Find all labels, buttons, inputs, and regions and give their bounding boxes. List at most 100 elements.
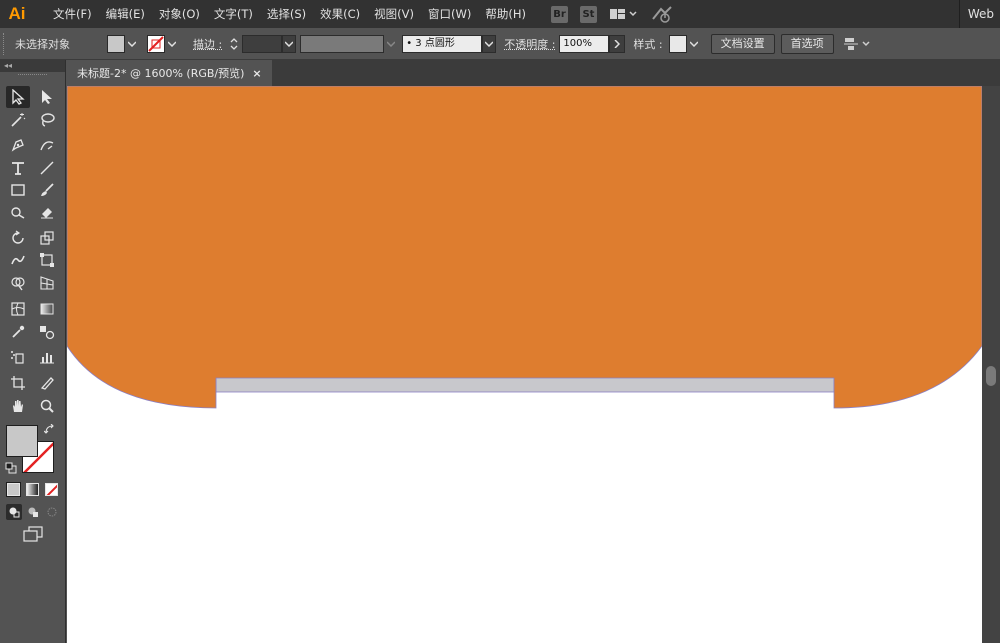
menu-edit[interactable]: 编辑(E) xyxy=(99,0,152,28)
warp-tool[interactable] xyxy=(6,249,30,271)
rotate-tool[interactable] xyxy=(6,227,30,249)
gpu-performance-icon xyxy=(652,6,672,23)
document-setup-button[interactable]: 文档设置 xyxy=(710,33,775,54)
fill-dropdown-arrow[interactable] xyxy=(125,35,139,53)
mesh-tool[interactable] xyxy=(6,298,30,320)
menu-select[interactable]: 选择(S) xyxy=(260,0,313,28)
direct-selection-tool[interactable] xyxy=(35,86,59,108)
control-bar-grip[interactable] xyxy=(3,32,9,55)
type-icon xyxy=(12,162,24,175)
gradient-tool[interactable] xyxy=(35,298,59,320)
perspective-grid-tool[interactable] xyxy=(35,272,59,294)
menu-help[interactable]: 帮助(H) xyxy=(478,0,533,28)
pen-tool[interactable] xyxy=(6,134,30,156)
zoom-tool[interactable] xyxy=(35,395,59,417)
selection-tool[interactable] xyxy=(6,86,30,108)
stroke-label[interactable]: 描边 : xyxy=(193,36,222,52)
stroke-dropdown-arrow[interactable] xyxy=(165,35,179,53)
line-segment-icon xyxy=(40,161,54,175)
slice-tool[interactable] xyxy=(35,372,59,394)
brush-definition[interactable]: • 3 点圆形 xyxy=(402,34,483,53)
stroke-weight-stepper[interactable] xyxy=(228,35,240,53)
graphic-style-swatch[interactable] xyxy=(668,34,687,53)
control-panel-menu-button[interactable] xyxy=(842,36,872,52)
scale-tool[interactable] xyxy=(35,227,59,249)
eraser-tool[interactable] xyxy=(35,201,59,223)
rectangle-icon xyxy=(11,184,25,196)
opacity-input[interactable]: 100% xyxy=(559,34,610,53)
shaper-tool[interactable] xyxy=(6,201,30,223)
variable-width-profile[interactable] xyxy=(300,34,385,53)
default-fill-stroke-button[interactable] xyxy=(5,462,17,477)
shaper-icon xyxy=(11,207,25,219)
swap-fill-stroke-button[interactable] xyxy=(43,423,56,439)
free-transform-tool[interactable] xyxy=(35,249,59,271)
none-mode-button[interactable] xyxy=(45,483,58,496)
slice-icon xyxy=(40,377,54,390)
draw-inside-button[interactable] xyxy=(44,504,60,520)
preferences-button[interactable]: 首选项 xyxy=(780,33,834,54)
tools-panel-grip[interactable] xyxy=(18,74,47,80)
brush-dropdown[interactable] xyxy=(482,34,497,53)
artboard-tool[interactable] xyxy=(6,372,30,394)
fill-swatch[interactable] xyxy=(6,425,38,457)
magic-wand-tool[interactable] xyxy=(6,109,30,131)
vertical-scrollbar[interactable] xyxy=(982,86,1000,643)
paintbrush-tool[interactable] xyxy=(35,179,59,201)
style-dropdown-arrow[interactable] xyxy=(687,35,701,53)
menu-file[interactable]: 文件(F) xyxy=(46,0,99,28)
bridge-button[interactable]: Br xyxy=(545,0,574,28)
orange-shape[interactable] xyxy=(67,86,982,409)
eyedropper-tool[interactable] xyxy=(6,321,30,343)
selection-status: 未选择对象 xyxy=(15,37,70,51)
profile-dropdown-arrow[interactable] xyxy=(384,35,398,53)
type-tool[interactable] xyxy=(6,157,30,179)
chevron-down-icon xyxy=(168,40,176,47)
opacity-label[interactable]: 不透明度 : xyxy=(504,36,555,52)
menu-object[interactable]: 对象(O) xyxy=(152,0,207,28)
stock-button[interactable]: St xyxy=(574,0,603,28)
symbol-sprayer-icon xyxy=(11,351,24,364)
menu-view[interactable]: 视图(V) xyxy=(367,0,421,28)
column-graph-tool[interactable] xyxy=(35,346,59,368)
draw-behind-button[interactable] xyxy=(25,504,41,520)
scrollbar-thumb[interactable] xyxy=(986,366,996,386)
gradient-mode-button[interactable] xyxy=(26,483,39,496)
tools-panel-collapse[interactable]: ◂◂ xyxy=(0,60,65,72)
swap-arrows-icon xyxy=(43,423,54,434)
artboard-canvas[interactable] xyxy=(67,86,982,643)
draw-normal-button[interactable] xyxy=(6,504,22,520)
shape-builder-tool[interactable] xyxy=(6,272,30,294)
opacity-expand-button[interactable] xyxy=(609,34,626,53)
menu-effect[interactable]: 效果(C) xyxy=(313,0,367,28)
stroke-weight-dropdown[interactable] xyxy=(282,34,297,53)
blend-tool[interactable] xyxy=(35,321,59,343)
screen-mode-icon xyxy=(23,526,43,542)
document-tab[interactable]: 未标题-2* @ 1600% (RGB/预览) × xyxy=(67,60,272,86)
lasso-tool[interactable] xyxy=(35,109,59,131)
mesh-icon xyxy=(11,302,25,316)
menu-type[interactable]: 文字(T) xyxy=(207,0,260,28)
gpu-performance-button[interactable] xyxy=(645,0,679,28)
artboard-icon xyxy=(11,376,25,390)
curvature-tool[interactable] xyxy=(35,134,59,156)
blend-icon xyxy=(40,326,55,340)
hand-tool[interactable] xyxy=(6,395,30,417)
color-mode-button[interactable] xyxy=(6,482,21,497)
stroke-color-swatch[interactable] xyxy=(147,34,165,53)
symbol-sprayer-tool[interactable] xyxy=(6,346,30,368)
arrange-documents-icon xyxy=(609,9,637,19)
chevron-down-icon xyxy=(485,40,494,47)
line-segment-tool[interactable] xyxy=(35,157,59,179)
rectangle-tool[interactable] xyxy=(6,179,30,201)
menu-window[interactable]: 窗口(W) xyxy=(421,0,478,28)
free-transform-icon xyxy=(40,253,54,267)
column-graph-icon xyxy=(40,353,54,364)
fill-color-swatch[interactable] xyxy=(107,34,125,53)
screen-mode-button[interactable] xyxy=(22,526,44,545)
close-tab-icon[interactable]: × xyxy=(252,67,261,80)
workspace-switcher[interactable]: Web xyxy=(958,0,994,28)
arrange-documents-button[interactable] xyxy=(603,0,645,28)
pen-icon xyxy=(11,139,24,152)
stroke-weight-input[interactable] xyxy=(242,34,283,53)
